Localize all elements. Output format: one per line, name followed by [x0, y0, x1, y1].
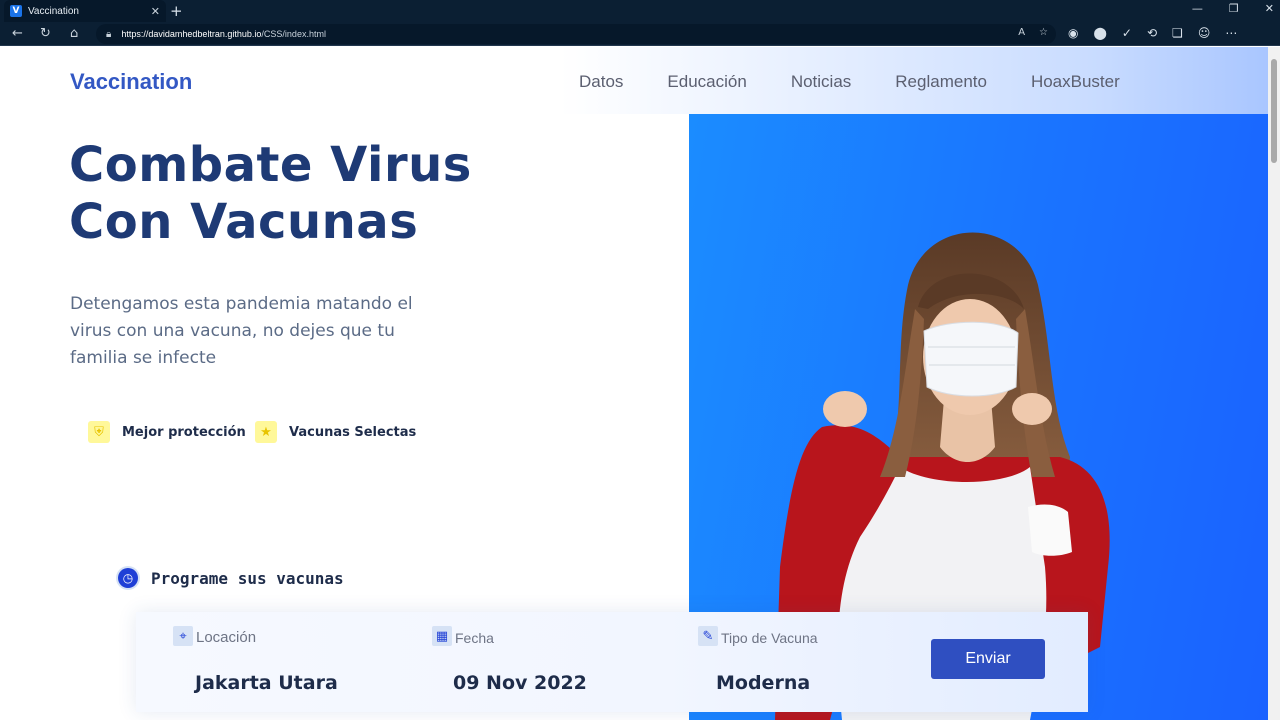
- vaccine-type-select[interactable]: Moderna: [716, 672, 810, 694]
- tab-close-icon[interactable]: ✕: [151, 5, 160, 18]
- url-text[interactable]: https://davidamhedbeltran.github.io/CSS/…: [121, 29, 326, 39]
- headline-line-2: Con Vacunas: [69, 194, 419, 250]
- window-controls: — ❐ ✕: [1192, 2, 1274, 15]
- submit-button[interactable]: Enviar: [931, 639, 1045, 679]
- page: Vaccination Datos Educación Noticias Reg…: [0, 47, 1268, 720]
- favorite-icon[interactable]: ☆: [1039, 27, 1048, 38]
- minimize-icon[interactable]: —: [1192, 2, 1203, 15]
- extensions-toolbar: ◉ ⬤ ✓ ⟲ ❏ ☺ ⋯: [1068, 26, 1237, 40]
- vaccine-type-field-label: ✎ Tipo de Vacuna: [698, 626, 818, 646]
- schedule-title: Programe sus vacunas: [151, 568, 344, 588]
- feature-label: Vacunas Selectas: [289, 424, 417, 440]
- address-bar-icons: A ☆: [1018, 27, 1048, 38]
- feature-item: ★ Vacunas Selectas: [255, 421, 416, 443]
- scrollbar-thumb[interactable]: [1271, 59, 1277, 163]
- profile-icon[interactable]: ☺: [1198, 26, 1211, 40]
- date-label: Fecha: [455, 630, 494, 646]
- brand-logo[interactable]: Vaccination: [70, 69, 192, 95]
- url-path: /CSS/index.html: [261, 29, 326, 39]
- location-field-label: ⌖ Locación: [173, 626, 256, 646]
- map-icon: ⌖: [173, 626, 193, 646]
- star-icon: ★: [255, 421, 277, 443]
- address-bar[interactable]: 🔒︎ https://davidamhedbeltran.github.io/C…: [96, 24, 1056, 44]
- back-icon[interactable]: ←: [12, 26, 23, 41]
- extension-icon[interactable]: ◉: [1068, 26, 1078, 40]
- location-label: Locación: [196, 629, 257, 646]
- date-field-label: ▦ Fecha: [432, 626, 494, 646]
- vaccine-type-label: Tipo de Vacuna: [721, 630, 818, 646]
- extension-icon[interactable]: ⬤: [1093, 26, 1106, 40]
- reload-icon[interactable]: ↻: [40, 26, 51, 41]
- new-tab-icon[interactable]: +: [170, 2, 183, 20]
- main-nav: Datos Educación Noticias Reglamento Hoax…: [579, 72, 1120, 92]
- close-window-icon[interactable]: ✕: [1265, 2, 1274, 15]
- nav-hoaxbuster[interactable]: HoaxBuster: [1031, 72, 1120, 92]
- headline-line-1: Combate Virus: [69, 137, 472, 193]
- booking-form: ⌖ Locación Jakarta Utara ▦ Fecha 09 Nov …: [136, 612, 1088, 712]
- shield-icon: ⛨: [88, 421, 110, 443]
- feature-label: Mejor protección: [122, 424, 246, 440]
- collections-icon[interactable]: ❏: [1172, 26, 1183, 40]
- url-host: https://davidamhedbeltran.github.io: [121, 29, 262, 39]
- feature-item: ⛨ Mejor protección: [88, 421, 246, 443]
- tab-title: Vaccination: [28, 5, 79, 17]
- browser-navbar: ← ↻ ⌂ 🔒︎ https://davidamhedbeltran.githu…: [0, 22, 1280, 46]
- home-icon[interactable]: ⌂: [70, 26, 78, 41]
- schedule-heading: ◷ Programe sus vacunas: [118, 568, 344, 588]
- history-icon[interactable]: ⟲: [1147, 26, 1157, 40]
- browser-titlebar: V Vaccination ✕ + — ❐ ✕: [0, 0, 1280, 22]
- date-select[interactable]: 09 Nov 2022: [453, 672, 587, 694]
- hero-headline: Combate Virus Con Vacunas: [69, 137, 472, 251]
- hero-lead-text: Detengamos esta pandemia matando el viru…: [70, 294, 413, 368]
- syringe-icon: ✎: [698, 626, 718, 646]
- nav-noticias[interactable]: Noticias: [791, 72, 851, 92]
- read-aloud-icon[interactable]: A: [1018, 27, 1025, 38]
- calendar-icon: ▦: [432, 626, 452, 646]
- nav-datos[interactable]: Datos: [579, 72, 623, 92]
- browser-tab[interactable]: V Vaccination ✕: [4, 0, 166, 22]
- checkmark-icon[interactable]: ✓: [1122, 26, 1132, 40]
- clock-icon: ◷: [118, 568, 138, 588]
- tab-favicon-icon: V: [10, 5, 22, 17]
- page-scrollbar[interactable]: [1268, 47, 1280, 720]
- location-select[interactable]: Jakarta Utara: [195, 672, 338, 694]
- nav-educacion[interactable]: Educación: [667, 72, 746, 92]
- nav-reglamento[interactable]: Reglamento: [895, 72, 987, 92]
- more-menu-icon[interactable]: ⋯: [1225, 26, 1237, 40]
- restore-icon[interactable]: ❐: [1229, 2, 1239, 15]
- lock-icon[interactable]: 🔒︎: [106, 29, 111, 40]
